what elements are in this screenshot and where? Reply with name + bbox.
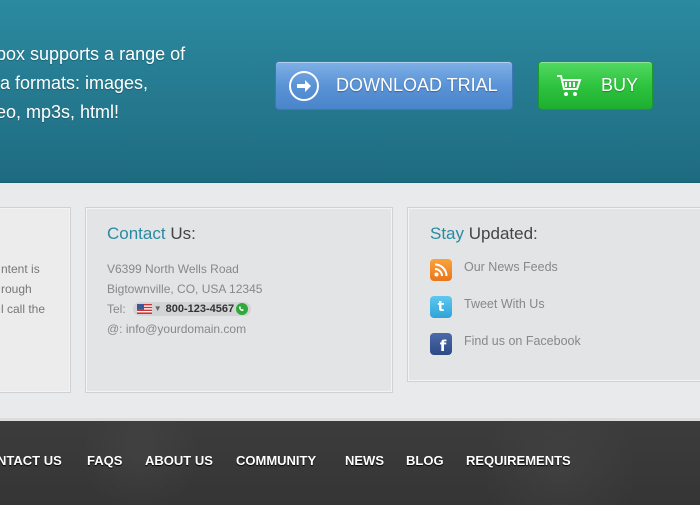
hero-description: box supports a range of ia formats: imag… — [0, 40, 211, 127]
address-line-1: V6399 North Wells Road — [107, 262, 239, 276]
nav-community[interactable]: COMMUNITY — [236, 453, 316, 468]
about-line-2: rough — [1, 282, 32, 296]
stay-title-rest: Updated: — [464, 224, 538, 243]
us-flag-icon — [136, 304, 152, 314]
hero-line-3: eo, mp3s, html! — [0, 102, 120, 122]
twitter-label: Tweet With Us — [464, 297, 545, 311]
contact-panel: Contact Us: V6399 North Wells Road Bigto… — [85, 207, 393, 393]
stay-updated-panel: Stay Updated: Our News Feeds t Tweet Wit… — [407, 207, 700, 382]
hero-line-2: ia formats: images, — [0, 73, 149, 93]
facebook-link[interactable]: f Find us on Facebook — [430, 333, 581, 355]
about-line-3: l call the — [1, 302, 46, 316]
download-trial-label: DOWNLOAD TRIAL — [336, 75, 498, 95]
nav-about-us[interactable]: ABOUT US — [145, 453, 213, 468]
address-line-2: Bigtownville, CO, USA 12345 — [107, 282, 263, 296]
phone-number: 800-123-4567 — [165, 303, 235, 315]
about-line-1: ntent is — [1, 262, 40, 276]
stay-updated-title: Stay Updated: — [430, 224, 538, 244]
contact-title: Contact Us: — [107, 224, 196, 244]
footer-nav-bar: NTACT US FAQS ABOUT US COMMUNITY NEWS BL… — [0, 418, 700, 505]
tel-label: Tel: — [107, 302, 126, 316]
chevron-down-icon: ▼ — [153, 304, 162, 313]
nav-contact-us[interactable]: NTACT US — [0, 453, 62, 468]
contact-title-rest: Us: — [165, 224, 196, 243]
about-text: ntent is rough l call the — [1, 259, 45, 319]
email-link[interactable]: info@yourdomain.com — [126, 319, 246, 339]
nav-blog[interactable]: BLOG — [406, 453, 444, 468]
buy-label: BUY — [601, 75, 639, 95]
email-row: @: info@yourdomain.com — [107, 319, 262, 339]
news-feed-label: Our News Feeds — [464, 260, 558, 274]
twitter-link[interactable]: t Tweet With Us — [430, 296, 545, 318]
rss-icon — [430, 259, 452, 281]
contact-title-highlight: Contact — [107, 224, 166, 243]
email-prefix: @: — [107, 322, 123, 336]
call-icon[interactable] — [236, 303, 249, 315]
news-feed-link[interactable]: Our News Feeds — [430, 259, 558, 281]
phone-widget[interactable]: ▼ 800-123-4567 — [132, 302, 252, 316]
nav-requirements[interactable]: REQUIREMENTS — [466, 453, 571, 468]
facebook-label: Find us on Facebook — [464, 334, 581, 348]
about-panel: ntent is rough l call the — [0, 207, 71, 393]
contact-details: V6399 North Wells Road Bigtownville, CO,… — [107, 259, 262, 339]
arrow-right-icon — [289, 70, 319, 101]
stay-title-highlight: Stay — [430, 224, 465, 243]
phone-row: Tel: ▼ 800-123-4567 — [107, 299, 262, 319]
nav-news[interactable]: NEWS — [345, 453, 384, 468]
download-trial-button[interactable]: DOWNLOAD TRIAL — [275, 61, 513, 110]
hero-line-1: box supports a range of — [0, 44, 186, 64]
cart-icon — [556, 74, 582, 98]
hero-banner: box supports a range of ia formats: imag… — [0, 0, 700, 183]
twitter-icon: t — [430, 296, 452, 318]
nav-faqs[interactable]: FAQS — [87, 453, 122, 468]
buy-button[interactable]: BUY — [538, 61, 653, 110]
facebook-icon: f — [430, 333, 452, 355]
